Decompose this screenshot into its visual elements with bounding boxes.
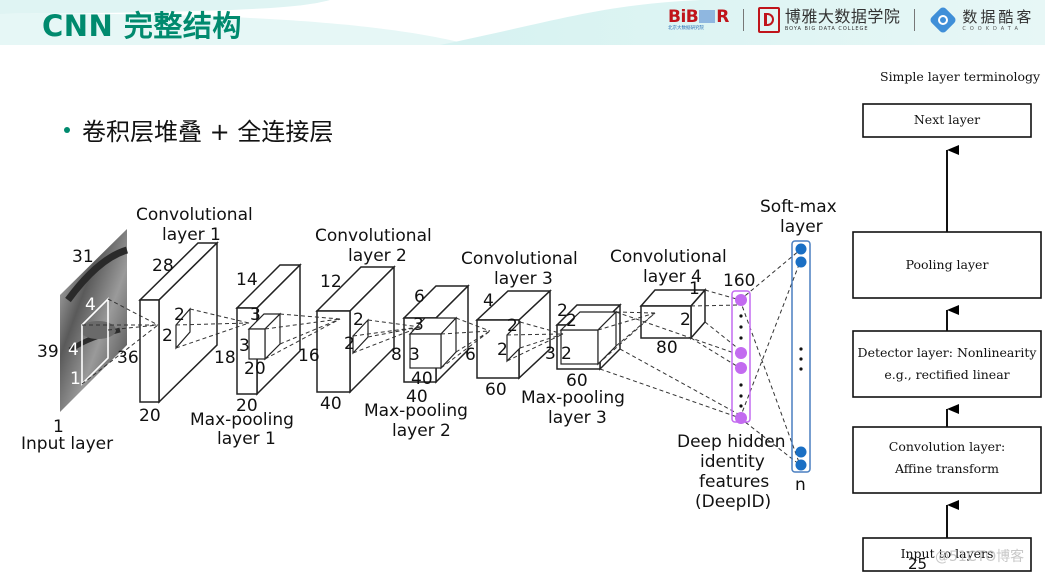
input-layer-title: Input layer	[21, 434, 113, 454]
deepid-neuron	[735, 362, 747, 374]
conv2-filter-h-label: 2	[344, 334, 355, 354]
terminology-box-4-line1: Convolution layer:	[889, 439, 1005, 454]
deepid-neuron	[735, 412, 747, 424]
conv1-width-label: 28	[152, 256, 174, 276]
conv2-filter-w-label: 2	[353, 310, 364, 330]
deepid-title-line4: (DeepID)	[695, 492, 771, 512]
conv1-height-label: 36	[117, 348, 139, 368]
terminology-box-2-line1: Pooling layer	[906, 257, 989, 272]
pool3-filter-w-label: 2	[566, 311, 577, 331]
pool1-filter-d-label: 20	[244, 359, 266, 379]
page-number: 25	[908, 555, 928, 573]
pool2-filter-w-label: 3	[413, 315, 424, 335]
softmax-neuron	[795, 446, 807, 458]
softmax-title-line2: layer	[780, 217, 823, 237]
pool3-title-line1: Max-pooling	[521, 388, 625, 408]
softmax-neuron	[795, 243, 807, 255]
conv2-depth-label: 40	[320, 394, 342, 414]
conv1-title-line2: layer 1	[162, 225, 221, 245]
softmax-title-line1: Soft-max	[760, 197, 837, 217]
deepid-title-line1: Deep hidden	[677, 432, 786, 452]
terminology-box-convolution-layer	[852, 426, 1042, 494]
terminology-box-3-line1: Detector layer: Nonlinearity	[858, 345, 1038, 360]
input-width-label: 31	[72, 247, 94, 267]
conv2-title-line1: Convolutional	[315, 226, 432, 246]
pool1-filter-h-label: 3	[239, 336, 250, 356]
conv1-filter-h-label: 2	[162, 326, 173, 346]
conv3-width-label: 4	[483, 291, 494, 311]
conv2-height-label: 16	[298, 346, 320, 366]
conv4-depth-label: 80	[656, 338, 678, 358]
pool2-filter-h-label: 3	[409, 345, 420, 365]
conv1-filter-w-label: 2	[174, 305, 185, 325]
conv3-filter-h-label: 2	[497, 340, 508, 360]
pool2-filter-d-label: 40	[411, 369, 433, 389]
pool1-filter-w-label: 3	[250, 305, 261, 325]
conv3-title-line2: layer 3	[494, 269, 553, 289]
terminology-box-1-line1: Next layer	[914, 112, 980, 127]
terminology-box-detector-layer	[852, 330, 1042, 398]
pool1-title-line2: layer 1	[217, 429, 276, 449]
conv3-depth-label: 60	[485, 380, 507, 400]
softmax-neurons	[795, 243, 807, 471]
watermark: @51CTO博客	[935, 549, 1025, 565]
softmax-count-label: n	[795, 475, 806, 495]
deepid-neuron	[735, 294, 747, 306]
input-filter-h-label: 4	[68, 340, 79, 360]
pool3-filter-h-label: 2	[561, 344, 572, 364]
conv2-title-line2: layer 2	[348, 246, 407, 266]
pool3-height-label: 3	[545, 344, 556, 364]
softmax-neuron	[795, 256, 807, 268]
conv1-depth-label: 20	[139, 406, 161, 426]
terminology-box-4-line2: Affine transform	[894, 461, 999, 476]
conv4-width-label: 1	[689, 279, 700, 299]
softmax-ellipsis-icon	[799, 347, 803, 371]
conv3-title-line1: Convolutional	[461, 249, 578, 269]
pool2-title-line1: Max-pooling	[364, 401, 468, 421]
softmax-neuron	[795, 459, 807, 471]
deepid-neuron	[735, 347, 747, 359]
terminology-box-3-line2: e.g., rectified linear	[884, 367, 1009, 382]
conv4-title-line1: Convolutional	[610, 247, 727, 267]
deepid-count-label: 160	[723, 271, 755, 291]
deepid-title-line3: features	[699, 472, 769, 492]
pool1-title-line1: Max-pooling	[190, 410, 294, 430]
pool3-title-line2: layer 3	[548, 408, 607, 428]
conv1-title-line1: Convolutional	[136, 205, 253, 225]
deepid-ellipsis-icon	[739, 314, 743, 408]
input-filter-w-label: 4	[85, 295, 96, 315]
input-filter-d-label: 1	[70, 369, 81, 389]
input-height-label: 39	[37, 342, 59, 362]
softmax-layer-frame	[791, 240, 811, 473]
pool2-title-line2: layer 2	[392, 421, 451, 441]
conv3-height-label: 6	[465, 345, 476, 365]
pool2-width-label: 6	[414, 287, 425, 307]
pool1-width-label: 14	[236, 270, 258, 290]
cnn-architecture-diagram: 31 39 1 Input layer 4 4 1 Convolutional …	[21, 69, 1042, 572]
conv3-filter-w-label: 2	[507, 316, 518, 336]
terminology-title: Simple layer terminology	[880, 69, 1041, 84]
conv2-width-label: 12	[320, 272, 342, 292]
pool2-height-label: 8	[391, 345, 402, 365]
conv4-height-label: 2	[680, 310, 691, 330]
deepid-title-line2: identity	[700, 452, 765, 472]
pool1-height-label: 18	[214, 348, 236, 368]
